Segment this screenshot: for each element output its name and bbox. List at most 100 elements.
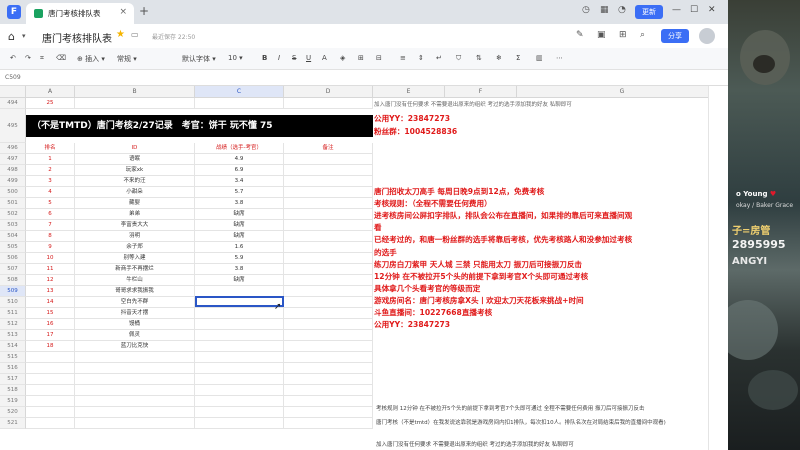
cell-rank[interactable]: 11 xyxy=(26,264,75,275)
cell-score[interactable]: 1.6 xyxy=(195,242,284,253)
cell-rank[interactable]: 8 xyxy=(26,231,75,242)
cell-note[interactable] xyxy=(284,209,373,220)
row-number[interactable]: 512 xyxy=(0,319,26,330)
cell-note[interactable] xyxy=(284,187,373,198)
cell-score[interactable] xyxy=(195,418,284,429)
cell-id[interactable]: 哥哥求求我振我 xyxy=(75,286,195,297)
cell-id[interactable]: 小甜朵 xyxy=(75,187,195,198)
cell-rank[interactable] xyxy=(26,407,75,418)
row-number[interactable]: 508 xyxy=(0,275,26,286)
column-header-c[interactable]: C xyxy=(195,86,284,98)
freeze-icon[interactable]: ❄ xyxy=(496,54,502,62)
cell-score[interactable]: 5.7 xyxy=(195,187,284,198)
cell-score[interactable] xyxy=(195,352,284,363)
share-button[interactable]: 分享 xyxy=(661,29,689,43)
cell-note[interactable] xyxy=(284,319,373,330)
header-id[interactable]: ID xyxy=(75,143,195,154)
table-icon[interactable]: ⊞ xyxy=(619,30,627,40)
cell-id[interactable]: 空白先不群 xyxy=(75,297,195,308)
format-painter-icon[interactable]: ⌗ xyxy=(40,54,44,63)
cell-note[interactable] xyxy=(284,330,373,341)
search-icon[interactable]: ⌕ xyxy=(640,30,645,40)
column-header-g[interactable]: G xyxy=(517,86,728,98)
cell-rank[interactable]: 12 xyxy=(26,275,75,286)
column-header-d[interactable]: D xyxy=(284,86,373,98)
cell-score[interactable] xyxy=(195,385,284,396)
redo-icon[interactable]: ↷ xyxy=(25,54,31,62)
row-number[interactable]: 506 xyxy=(0,253,26,264)
row-number[interactable]: 519 xyxy=(0,396,26,407)
cell-id[interactable]: 羽明 xyxy=(75,231,195,242)
close-tab-icon[interactable]: × xyxy=(119,7,127,17)
cell-rank[interactable]: 6 xyxy=(26,209,75,220)
row-number[interactable]: 516 xyxy=(0,363,26,374)
row-number[interactable]: 497 xyxy=(0,154,26,165)
cell-id[interactable]: 牛栏山 xyxy=(75,275,195,286)
cell-rank[interactable]: 4 xyxy=(26,187,75,198)
cell-note[interactable] xyxy=(284,407,373,418)
cell-rank[interactable]: 3 xyxy=(26,176,75,187)
scrollbar[interactable] xyxy=(708,86,728,450)
header-rank[interactable]: 排名 xyxy=(26,143,75,154)
cell-note[interactable] xyxy=(284,198,373,209)
italic-button[interactable]: I xyxy=(278,54,280,62)
cell-rank[interactable] xyxy=(26,385,75,396)
sum-icon[interactable]: Σ xyxy=(516,54,520,62)
row-number[interactable]: 499 xyxy=(0,176,26,187)
row-number[interactable]: 504 xyxy=(0,231,26,242)
cell-id[interactable]: 弟弟 xyxy=(75,209,195,220)
cell-note[interactable] xyxy=(284,275,373,286)
cell-score[interactable] xyxy=(195,319,284,330)
header-score[interactable]: 战绩（选手-考官） xyxy=(195,143,284,154)
chart-icon[interactable]: ▥ xyxy=(536,54,543,62)
cell-note[interactable] xyxy=(284,297,373,308)
cell-note[interactable] xyxy=(284,308,373,319)
align-left-icon[interactable]: ≡ xyxy=(400,54,406,62)
upgrade-button[interactable]: 更新 xyxy=(635,5,663,19)
cell-id[interactable] xyxy=(75,407,195,418)
cell-note[interactable] xyxy=(284,231,373,242)
cell-rank[interactable]: 16 xyxy=(26,319,75,330)
underline-button[interactable]: U xyxy=(306,54,311,62)
new-tab-icon[interactable]: + xyxy=(139,4,149,18)
header-note[interactable]: 备注 xyxy=(284,143,373,154)
cell-score[interactable]: 3.8 xyxy=(195,198,284,209)
document-title[interactable]: 唐门考核排队表 xyxy=(42,30,112,45)
cell-rank[interactable]: 18 xyxy=(26,341,75,352)
row-number[interactable]: 518 xyxy=(0,385,26,396)
text-color-button[interactable]: A xyxy=(322,54,327,62)
cell-note[interactable] xyxy=(284,98,373,109)
cell-score[interactable]: 3.8 xyxy=(195,264,284,275)
bell-icon[interactable]: ◔ xyxy=(618,5,626,15)
cell-note[interactable] xyxy=(284,176,373,187)
cell-score[interactable] xyxy=(195,330,284,341)
image-icon[interactable]: ▣ xyxy=(597,30,606,40)
insert-menu[interactable]: ⊕ 插入 ▾ xyxy=(77,54,105,64)
cell-id[interactable] xyxy=(75,363,195,374)
bold-button[interactable]: B xyxy=(262,54,267,62)
cell-score[interactable] xyxy=(195,396,284,407)
row-number[interactable]: 503 xyxy=(0,220,26,231)
cell-score[interactable]: 缺席 xyxy=(195,209,284,220)
cell-id[interactable] xyxy=(75,396,195,407)
column-header-e[interactable]: E xyxy=(373,86,445,98)
cell-score[interactable]: 缺席 xyxy=(195,231,284,242)
cell-id[interactable]: 佩灵 xyxy=(75,330,195,341)
cell-rank[interactable]: 9 xyxy=(26,242,75,253)
maximize-icon[interactable]: ☐ xyxy=(690,5,698,15)
cell-id[interactable] xyxy=(75,374,195,385)
column-header-b[interactable]: B xyxy=(75,86,195,98)
cell-score[interactable]: 缺席 xyxy=(195,275,284,286)
cell-rank[interactable]: 5 xyxy=(26,198,75,209)
row-number[interactable]: 496 xyxy=(0,143,26,154)
cell-score[interactable] xyxy=(195,363,284,374)
cell-score[interactable] xyxy=(195,308,284,319)
cell-note[interactable] xyxy=(284,165,373,176)
row-number[interactable]: 494 xyxy=(0,98,26,109)
row-number[interactable]: 511 xyxy=(0,308,26,319)
row-number[interactable]: 502 xyxy=(0,209,26,220)
undo-icon[interactable]: ↶ xyxy=(10,54,16,62)
selected-cell[interactable] xyxy=(195,296,284,307)
cell-rank[interactable] xyxy=(26,396,75,407)
row-number[interactable]: 514 xyxy=(0,341,26,352)
